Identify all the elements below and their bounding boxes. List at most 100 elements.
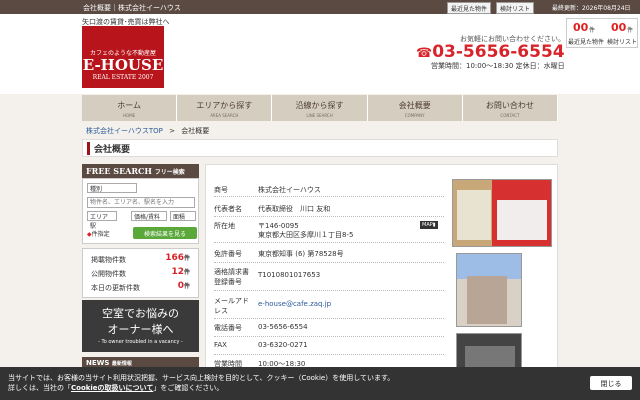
- owner-line2: オーナー様へ: [107, 323, 174, 336]
- nav-area[interactable]: エリアから探す AREA SEARCH: [177, 95, 273, 121]
- shop-photo: [452, 179, 552, 247]
- nav-company-en: COMPANY: [404, 113, 425, 118]
- area-select[interactable]: エリア駅: [87, 211, 117, 230]
- row-key: 商号: [214, 186, 228, 194]
- keyword-input[interactable]: [87, 197, 195, 208]
- business-hours: 営業時間：10:00～18:30 定休日：水曜日: [431, 62, 565, 70]
- stat-label: 公開物件数: [91, 270, 126, 278]
- stat-number: 12: [171, 267, 184, 277]
- owner-line1: 空室でお悩みの: [102, 307, 179, 320]
- cookie-line2: 詳しくは、当社の「Cookieの取扱いについて」をご確認ください。: [8, 383, 394, 393]
- nav-contact-en: CONTACT: [500, 113, 520, 118]
- table-row: 代表者名 代表取締役 川口 友和: [214, 197, 444, 217]
- cookie-text-a: 詳しくは、当社の「: [8, 384, 71, 392]
- review-label: 検討リスト: [500, 6, 531, 13]
- table-row: 適格請求書登録番号 T1010801017653: [214, 263, 444, 291]
- nav-contact[interactable]: お問い合わせ CONTACT: [462, 95, 559, 121]
- row-key: 代表者名: [214, 205, 242, 213]
- phone-icon: ☎: [416, 46, 433, 61]
- row-value: T1010801017653: [258, 271, 321, 279]
- stats-box: 掲載物件数 166件 公開物件数 12件 本日の更新件数 0件: [82, 248, 199, 298]
- stat-unit: 件: [183, 283, 190, 290]
- cookie-policy-link[interactable]: Cookieの取扱いについて: [71, 384, 153, 392]
- nav-home-label: ホーム: [117, 101, 141, 110]
- last-updated: 最終更新：2026年08月24日: [552, 5, 631, 12]
- nav-company[interactable]: 会社概要 COMPANY: [367, 95, 463, 121]
- nav-area-en: AREA SEARCH: [210, 113, 239, 118]
- table-row: FAX 03-6320-0271: [214, 337, 444, 355]
- row-key: 適格請求書登録番号: [214, 268, 249, 286]
- stat-label: 本日の更新件数: [91, 284, 140, 292]
- breadcrumb-current: 会社概要: [181, 127, 210, 135]
- review-count-label[interactable]: 検討リスト: [607, 37, 637, 46]
- building-photo: [456, 253, 522, 327]
- table-row: 所在地 〒146-0095 東京都大田区多摩川１丁目8-5 MAP▮: [214, 217, 444, 243]
- review-list-button[interactable]: 検討リスト: [496, 2, 535, 14]
- nav-line-label: 沿線から探す: [295, 101, 344, 110]
- cookie-line1: 当サイトでは、お客様の当サイト利用状況把握、サービス向上検討を目的として、クッキ…: [8, 374, 395, 382]
- photo-building-2: [467, 276, 507, 324]
- cookie-text-b: 」をご確認ください。: [153, 384, 224, 392]
- top-bar: 会社概要｜株式会社イーハウス 最近見た物件 検討リスト 最終更新：2026年08…: [0, 0, 640, 14]
- nav-line-en: LINE SEARCH: [306, 113, 333, 118]
- breadcrumb-home[interactable]: 株式会社イーハウスTOP: [86, 127, 163, 135]
- type-select-value: 種別: [90, 186, 103, 193]
- photo-building: [457, 190, 491, 240]
- nav-home[interactable]: ホーム HOME: [82, 95, 178, 121]
- fav-box: 00 件 最近見た物件 00 件 検討リスト: [566, 18, 638, 48]
- search-button[interactable]: 検索結果を見る: [133, 227, 197, 239]
- cookie-banner: 当サイトでは、お客様の当サイト利用状況把握、サービス向上検討を目的として、クッキ…: [0, 367, 640, 400]
- stat-unit: 件: [183, 269, 190, 276]
- sidebar: FREE SEARCH フリー検索 種別 エリア駅 価格/賃料 面積 ◆件指定 …: [82, 164, 199, 298]
- global-nav: ホーム HOME エリアから探す AREA SEARCH 沿線から探す LINE SE…: [82, 95, 559, 121]
- logo[interactable]: カフェのような不動産屋 E-HOUSE REAL ESTATE 2007: [82, 26, 164, 88]
- owner-banner[interactable]: 空室でお悩みの オーナー様へ - To owner troubled in a …: [82, 300, 199, 352]
- table-row: 商号 株式会社イーハウス: [214, 177, 444, 197]
- cookie-close-button[interactable]: 閉じる: [590, 376, 632, 390]
- cookie-message: 当サイトでは、お客様の当サイト利用状況把握、サービス向上検討を目的として、クッキ…: [8, 373, 394, 393]
- page-heading: 会社概要｜株式会社イーハウス: [83, 4, 181, 12]
- row-value: 東京都知事 (6) 第78528号: [258, 250, 344, 258]
- row-value: 03-6320-0271: [258, 341, 308, 349]
- nav-contact-label: お問い合わせ: [485, 101, 534, 110]
- breadcrumb-sep: >: [169, 127, 175, 135]
- stat-value: 12件: [171, 267, 190, 277]
- search-box: 種別 エリア駅 価格/賃料 面積 ◆件指定 検索結果を見る: [82, 178, 199, 244]
- row-key: メールアドレス: [214, 297, 249, 315]
- phone-text: 03-5656-6554: [432, 42, 565, 62]
- email-link[interactable]: e-house@cafe.zaq.jp: [258, 300, 331, 308]
- free-search-title: FREE SEARCH: [86, 166, 152, 176]
- cond-label: ◆件指定: [87, 229, 110, 238]
- recent-label: 最近見た物件: [451, 6, 488, 13]
- price-select[interactable]: 価格/賃料: [131, 211, 167, 221]
- row-key: FAX: [214, 341, 227, 349]
- table-row: メールアドレス e-house@cafe.zaq.jp: [214, 291, 444, 319]
- map-button[interactable]: MAP▮: [420, 221, 438, 229]
- recent-count-label[interactable]: 最近見た物件: [568, 37, 604, 46]
- row-key: 電話番号: [214, 324, 242, 332]
- type-select[interactable]: 種別: [87, 183, 137, 193]
- breadcrumb: 株式会社イーハウスTOP > 会社概要: [86, 126, 209, 136]
- recent-button[interactable]: 最近見た物件: [447, 2, 492, 14]
- area-select-value: エリア: [90, 214, 109, 221]
- stat-label: 掲載物件数: [91, 256, 126, 264]
- stat-value: 166件: [165, 253, 190, 263]
- logo-main: E-HOUSE: [82, 56, 164, 74]
- logo-est: REAL ESTATE 2007: [92, 74, 154, 81]
- cookie-close-label: 閉じる: [600, 380, 622, 388]
- phone-number: ☎03-5656-6554: [416, 42, 565, 62]
- row-value: 03-5656-6554: [258, 323, 308, 331]
- size-select[interactable]: 面積: [170, 211, 196, 221]
- row-value: 代表取締役 川口 友和: [258, 205, 331, 213]
- cond-text: 件指定: [91, 231, 110, 238]
- price-select-value: 価格/賃料: [134, 214, 161, 221]
- nav-line[interactable]: 沿線から探す LINE SEARCH: [272, 95, 368, 121]
- free-search-header: FREE SEARCH フリー検索: [82, 164, 199, 178]
- table-row: 免許番号 東京都知事 (6) 第78528号: [214, 243, 444, 263]
- table-row: 電話番号 03-5656-6554: [214, 319, 444, 337]
- row-key: 所在地: [214, 222, 235, 230]
- review-count: 00: [611, 21, 627, 34]
- nav-company-label: 会社概要: [398, 101, 431, 110]
- free-search-sub: フリー検索: [154, 169, 185, 176]
- owner-line3: - To owner troubled in a vacancy -: [98, 339, 183, 345]
